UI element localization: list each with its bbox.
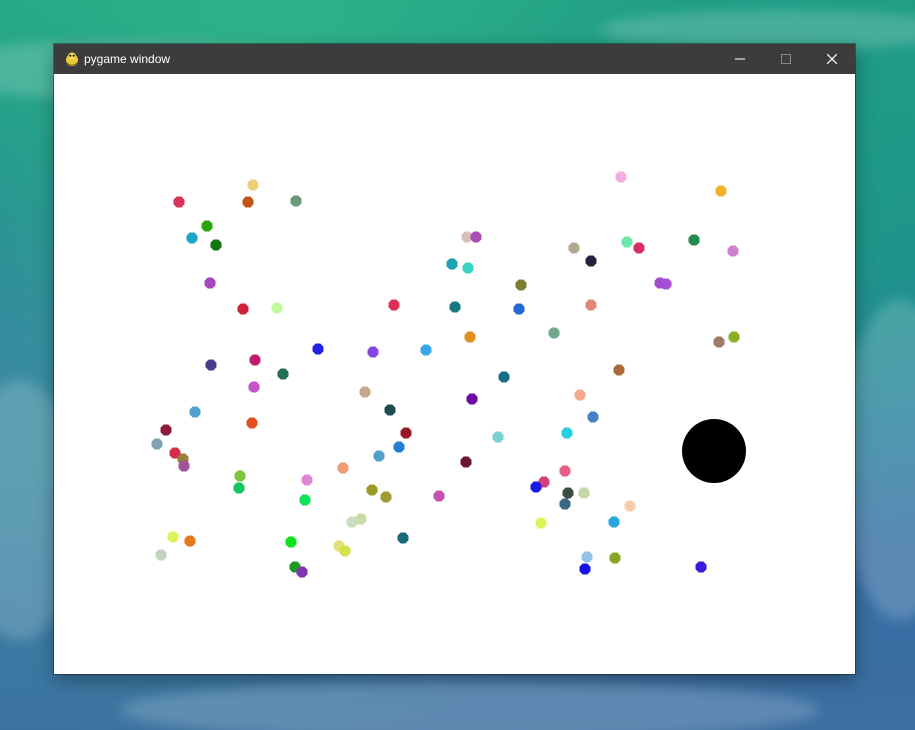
particle-dot	[400, 427, 412, 439]
close-button[interactable]	[809, 44, 855, 74]
particle-dot	[160, 424, 172, 436]
particle-dot	[513, 303, 525, 315]
particle-dot	[713, 336, 725, 348]
minimize-button[interactable]	[717, 44, 763, 74]
particle-dot	[561, 427, 573, 439]
window-titlebar[interactable]: pygame window	[54, 44, 855, 74]
particle-dot	[728, 331, 740, 343]
particle-dot	[568, 242, 580, 254]
particle-dot	[201, 220, 213, 232]
particle-dot	[470, 231, 482, 243]
particle-dot	[380, 491, 392, 503]
particle-dot	[535, 517, 547, 529]
particle-dot	[397, 532, 409, 544]
particle-dot	[688, 234, 700, 246]
particle-dot	[384, 404, 396, 416]
particle-dot	[155, 549, 167, 561]
maximize-button[interactable]	[763, 44, 809, 74]
particle-dot	[205, 359, 217, 371]
particle-dot	[530, 481, 542, 493]
particle-dot	[624, 500, 636, 512]
particle-dot	[355, 513, 367, 525]
particle-dot	[574, 389, 586, 401]
particle-dot	[296, 566, 308, 578]
particle-dot	[449, 301, 461, 313]
particle-dot	[237, 303, 249, 315]
particle-dot	[301, 474, 313, 486]
particle-dot	[433, 490, 445, 502]
wallpaper-wave	[120, 680, 820, 730]
particle-dot	[621, 236, 633, 248]
particle-dot	[173, 196, 185, 208]
game-canvas[interactable]	[54, 74, 855, 674]
particle-dot	[562, 487, 574, 499]
particle-dot	[446, 258, 458, 270]
particle-dot	[271, 302, 283, 314]
particle-dot	[515, 279, 527, 291]
particle-dot	[388, 299, 400, 311]
particle-dot	[715, 185, 727, 197]
particle-dot	[248, 381, 260, 393]
particle-dot	[615, 171, 627, 183]
particle-dot	[609, 552, 621, 564]
particle-dot	[559, 465, 571, 477]
particle-dot	[339, 545, 351, 557]
particle-dot	[285, 536, 297, 548]
particle-dot	[249, 354, 261, 366]
particle-dot	[548, 327, 560, 339]
particle-dot	[366, 484, 378, 496]
particle-dot	[578, 487, 590, 499]
pygame-snake-icon	[64, 51, 80, 67]
particle-dot	[233, 482, 245, 494]
particle-dot	[373, 450, 385, 462]
particle-dot	[167, 531, 179, 543]
window-title: pygame window	[84, 52, 171, 66]
particle-dot	[186, 232, 198, 244]
particle-dot	[492, 431, 504, 443]
particle-dot	[184, 535, 196, 547]
particle-dot	[367, 346, 379, 358]
particle-dot	[460, 456, 472, 468]
particle-dot	[178, 460, 190, 472]
particle-dot	[393, 441, 405, 453]
particle-dot	[559, 498, 571, 510]
particle-dot	[695, 561, 707, 573]
player-ball	[682, 419, 746, 483]
particle-dot	[246, 417, 258, 429]
particle-dot	[151, 438, 163, 450]
particle-dot	[337, 462, 349, 474]
particle-dot	[234, 470, 246, 482]
particle-dot	[466, 393, 478, 405]
particle-dot	[585, 299, 597, 311]
particle-dot	[242, 196, 254, 208]
particle-dot	[299, 494, 311, 506]
particle-dot	[608, 516, 620, 528]
particle-dot	[660, 278, 672, 290]
particle-dot	[727, 245, 739, 257]
particle-dot	[633, 242, 645, 254]
particle-dot	[579, 563, 591, 575]
particle-dot	[420, 344, 432, 356]
close-icon	[827, 54, 837, 64]
particle-dot	[247, 179, 259, 191]
particle-dot	[498, 371, 510, 383]
particle-dot	[210, 239, 222, 251]
maximize-icon	[781, 54, 791, 64]
particle-dot	[581, 551, 593, 563]
particle-dot	[359, 386, 371, 398]
particle-dot	[290, 195, 302, 207]
particle-dot	[587, 411, 599, 423]
particle-dot	[462, 262, 474, 274]
particle-dot	[204, 277, 216, 289]
particle-dot	[312, 343, 324, 355]
minimize-icon	[735, 58, 745, 60]
particle-dot	[613, 364, 625, 376]
particle-dot	[585, 255, 597, 267]
pygame-window[interactable]: pygame window	[54, 44, 855, 674]
game-surface	[151, 171, 746, 578]
particle-dot	[277, 368, 289, 380]
particle-dot	[464, 331, 476, 343]
particle-dot	[189, 406, 201, 418]
